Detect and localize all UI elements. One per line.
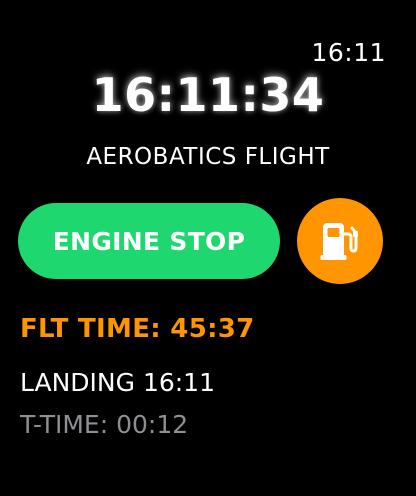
flight-time-label: FLT TIME: 45:37 (20, 314, 255, 344)
taxi-time-label: T-TIME: 00:12 (20, 410, 189, 439)
landing-time-label: LANDING 16:11 (20, 368, 215, 397)
engine-stop-button[interactable]: ENGINE STOP (18, 203, 280, 279)
status-bar-time: 16:11 (311, 38, 386, 67)
current-time-clock: 16:11:34 (91, 68, 325, 122)
flight-title: AEROBATICS FLIGHT (86, 144, 330, 170)
fuel-pump-icon (318, 219, 362, 263)
fuel-button[interactable] (297, 198, 383, 284)
